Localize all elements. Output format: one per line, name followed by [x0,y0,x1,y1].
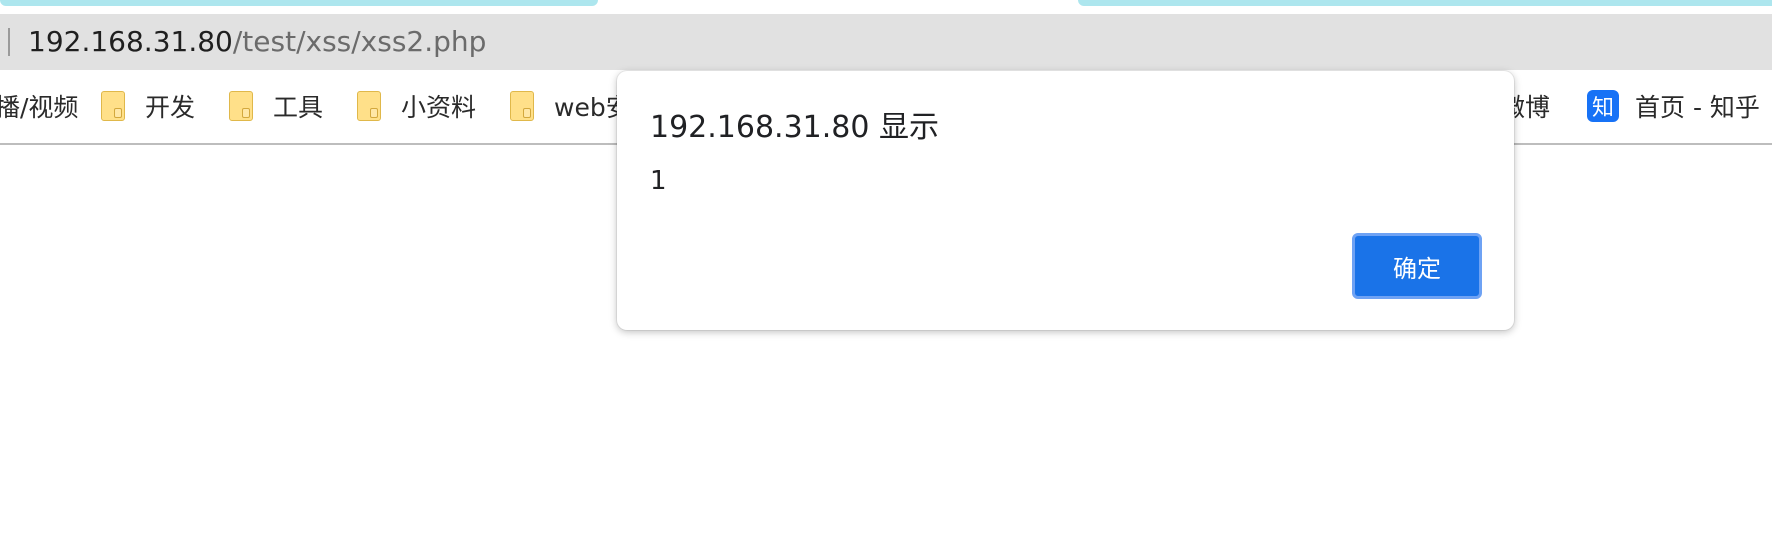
url-path: /test/xss/xss2.php [232,25,487,58]
dialog-message: 1 [650,166,667,196]
bookmark-folder-web[interactable]: web安 [510,89,631,123]
dialog-title: 192.168.31.80 显示 [650,110,940,145]
folder-icon [357,91,381,121]
bookmark-folder-dev[interactable]: 开发 [101,89,195,123]
bookmark-label: 播/视频 [0,93,79,122]
tab-right[interactable] [1078,0,1772,6]
address-divider [8,28,10,56]
address-bar[interactable]: 192.168.31.80/test/xss/xss2.php [0,14,1772,70]
url-host: 192.168.31.80 [28,25,233,58]
bookmark-label: 首页 - 知乎 [1635,93,1760,122]
tab-strip [0,0,1772,12]
bookmark-label: 工具 [273,93,324,122]
folder-icon [101,91,125,121]
bookmark-folder-notes[interactable]: 小资料 [357,89,476,123]
bookmark-zhihu[interactable]: 知 首页 - 知乎 [1587,89,1760,123]
bookmark-label: 小资料 [401,93,477,122]
folder-icon [229,91,253,121]
zhihu-icon: 知 [1587,90,1619,122]
ok-button[interactable]: 确定 [1352,233,1482,299]
bookmark-folder-tools[interactable]: 工具 [229,89,323,123]
tab-left[interactable] [0,0,598,6]
folder-icon [510,91,534,121]
url-text[interactable]: 192.168.31.80/test/xss/xss2.php [28,24,486,60]
alert-dialog: 192.168.31.80 显示 1 确定 [617,71,1514,330]
bookmark-video[interactable]: 播/视频 [0,89,78,123]
bookmark-label: 开发 [145,93,196,122]
